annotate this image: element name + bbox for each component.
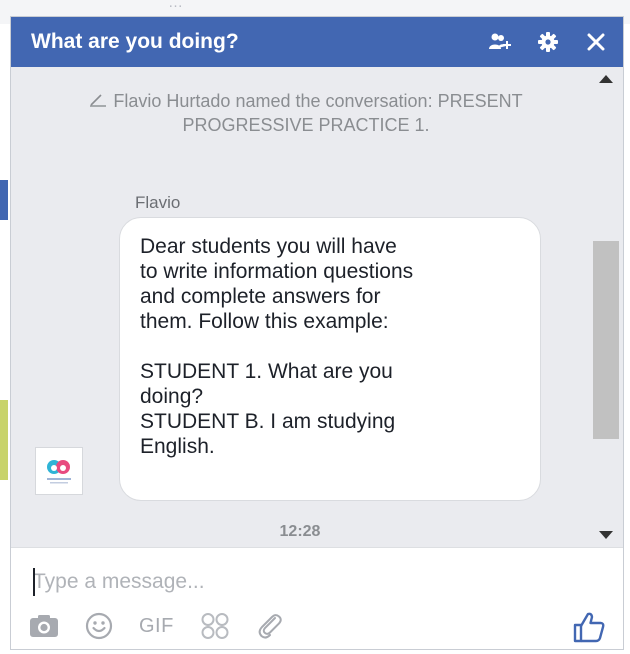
timestamp: 12:28	[279, 523, 321, 540]
system-message-text: Flavio Hurtado named the conversation: P…	[113, 91, 523, 135]
scroll-down-arrow-icon[interactable]	[599, 531, 613, 539]
message-text: Dear students you will have to write inf…	[140, 235, 414, 458]
close-icon[interactable]	[583, 29, 609, 55]
gif-button[interactable]: GIF	[139, 610, 174, 642]
composer-toolbar: GIF	[29, 610, 310, 642]
avatar[interactable]	[35, 447, 83, 495]
scroll-up-arrow-icon[interactable]	[599, 75, 613, 83]
background-edge	[0, 180, 8, 220]
text-caret	[33, 568, 35, 596]
scrollbar[interactable]	[589, 67, 623, 547]
background-edge	[0, 400, 8, 480]
message-bubble[interactable]: Dear students you will have to write inf…	[119, 217, 541, 501]
gear-icon[interactable]	[535, 29, 561, 55]
chat-title[interactable]: What are you doing?	[31, 30, 465, 54]
conversation-pane[interactable]: Flavio Hurtado named the conversation: P…	[11, 67, 623, 547]
attachment-icon[interactable]	[256, 610, 284, 642]
chat-header: What are you doing?	[11, 17, 623, 67]
emoji-icon[interactable]	[85, 610, 113, 642]
message-input[interactable]	[33, 564, 573, 600]
sender-name: Flavio	[135, 193, 181, 212]
chat-window: What are you doing? Flavio Hurtado named…	[10, 16, 624, 650]
scrollbar-thumb[interactable]	[593, 241, 619, 439]
stickers-icon[interactable]	[200, 610, 230, 642]
thumbs-up-icon[interactable]	[571, 610, 607, 644]
background-text: …	[168, 0, 184, 11]
system-message: Flavio Hurtado named the conversation: P…	[61, 89, 551, 137]
camera-icon[interactable]	[29, 610, 59, 642]
composer: GIF	[11, 547, 623, 649]
add-people-icon[interactable]	[487, 29, 513, 55]
pencil-icon	[89, 89, 107, 113]
